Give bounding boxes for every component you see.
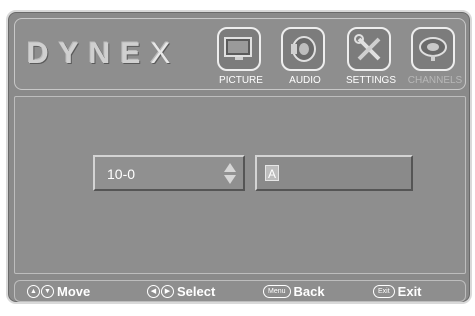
up-down-spinner-icon[interactable]	[223, 163, 237, 185]
up-arrow-button-icon: ▲	[27, 284, 40, 298]
satellite-dish-icon	[411, 27, 455, 71]
tab-settings-label: SETTINGS	[345, 75, 396, 86]
right-arrow-button-icon: ▶	[161, 284, 174, 298]
key-hints-bar: ▲ ▼ Move ◀ ▶ Select Menu Back Exit Exit	[14, 280, 466, 302]
menu-key-icon: Menu	[263, 284, 291, 298]
speaker-icon	[281, 27, 325, 71]
tab-picture[interactable]: PICTURE	[213, 25, 269, 87]
hint-back: Menu Back	[263, 283, 325, 299]
tab-audio[interactable]: AUDIO	[277, 25, 333, 87]
tv-icon	[217, 27, 261, 71]
hint-move-label: Move	[57, 283, 91, 299]
exit-key-icon: Exit	[373, 284, 395, 298]
tab-settings[interactable]: SETTINGS	[343, 25, 399, 87]
channel-number-value: 10-0	[107, 166, 136, 182]
dynex-logo: DYNEX	[27, 37, 180, 71]
tab-picture-label: PICTURE	[219, 75, 263, 86]
tab-channels[interactable]: CHANNELS	[407, 25, 463, 87]
hint-select-label: Select	[177, 283, 216, 299]
hint-exit-label: Exit	[397, 283, 422, 299]
channel-number-field[interactable]: 10-0	[93, 155, 245, 191]
label-character-cursor[interactable]: A	[265, 165, 279, 181]
hint-exit: Exit Exit	[373, 283, 422, 299]
channel-label-input[interactable]: A	[255, 155, 413, 191]
arrow-down-icon[interactable]	[224, 175, 236, 184]
menu-frame: DYNEX PICTURE AUDIO SETTINGS CHANNELS 10…	[6, 10, 472, 304]
hint-select: ◀ ▶ Select	[147, 283, 215, 299]
hint-back-label: Back	[293, 283, 325, 299]
tab-audio-label: AUDIO	[289, 75, 321, 86]
hint-move: ▲ ▼ Move	[27, 283, 90, 299]
arrow-up-icon[interactable]	[224, 163, 236, 172]
menu-header: DYNEX PICTURE AUDIO SETTINGS CHANNELS	[14, 18, 466, 90]
logo-text: DYNE	[27, 37, 151, 70]
channel-label-panel: 10-0 A	[14, 96, 466, 274]
tools-icon	[347, 27, 391, 71]
down-arrow-button-icon: ▼	[41, 284, 54, 298]
logo-x: X	[150, 37, 181, 70]
tv-osd-screen: DYNEX PICTURE AUDIO SETTINGS CHANNELS 10…	[0, 0, 475, 316]
left-arrow-button-icon: ◀	[147, 284, 160, 298]
tab-channels-label: CHANNELS	[407, 75, 463, 86]
